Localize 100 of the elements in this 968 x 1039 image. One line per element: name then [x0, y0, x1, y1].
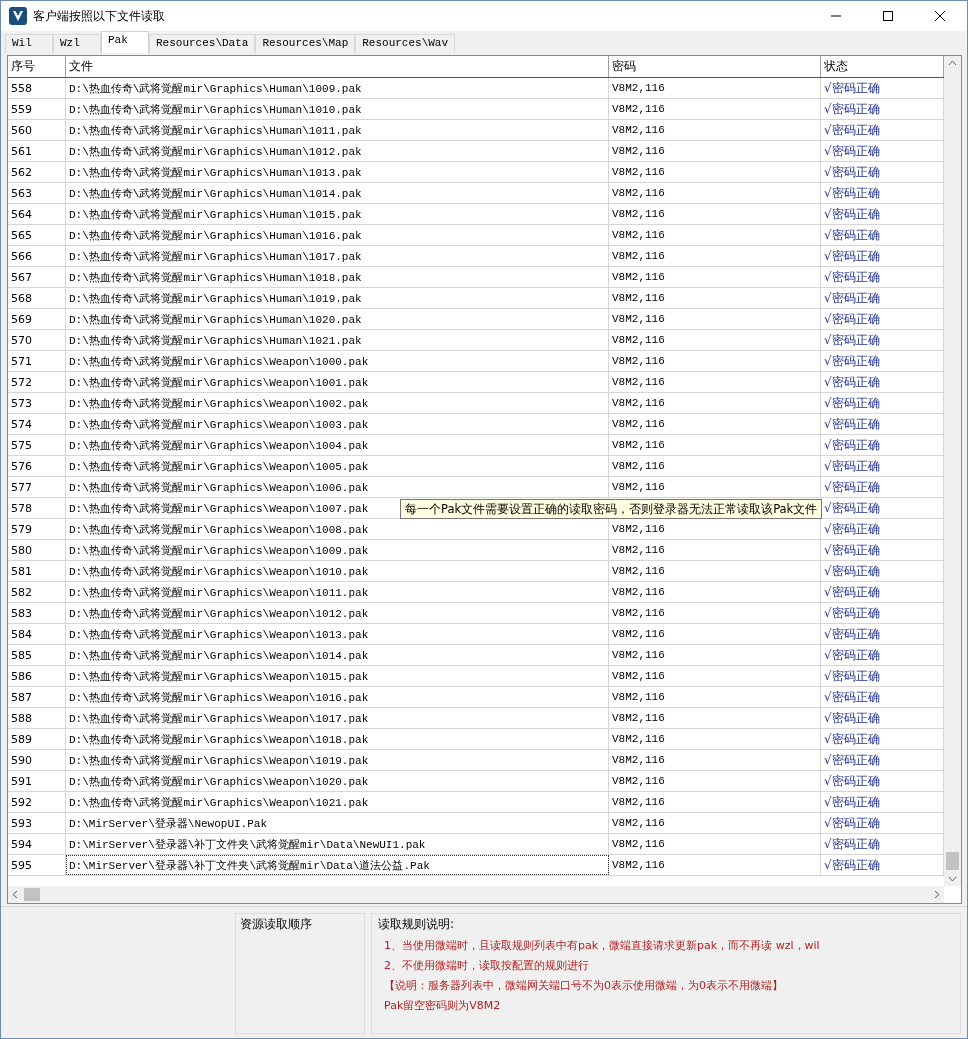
table-cell: V8M2,116: [612, 691, 665, 703]
table-cell: 592: [8, 792, 66, 812]
tab[interactable]: Resources\Map: [255, 34, 356, 53]
column-header[interactable]: 密码: [609, 56, 821, 77]
table-cell: 594: [8, 834, 66, 854]
table-cell: V8M2,116: [612, 229, 665, 241]
table-cell: V8M2,116: [612, 712, 665, 724]
table-cell: D:\热血传奇\武将觉醒mir\Graphics\Weapon\1000.pak: [66, 351, 609, 371]
table-cell: V8M2,116: [612, 397, 665, 409]
table-cell: 567: [8, 267, 66, 287]
table-cell: D:\热血传奇\武将觉醒mir\Graphics\Weapon\1011.pak: [66, 582, 609, 602]
table-cell: V8M2,116: [612, 208, 665, 220]
table-cell: 593: [8, 813, 66, 833]
tooltip: 每一个Pak文件需要设置正确的读取密码，否则登录器无法正常读取该Pak文件: [400, 499, 823, 519]
rule-text: 1、当使用微端时，且读取规则列表中有pak，微端直接请求更新pak，而不再读 wzl，wil: [383, 938, 821, 953]
table-cell: V8M2,116: [612, 334, 665, 346]
table-cell: 570: [8, 330, 66, 350]
table-cell: D:\热血传奇\武将觉醒mir\Graphics\Weapon\1014.pak: [66, 645, 609, 665]
table-cell: D:\热血传奇\武将觉醒mir\Graphics\Human\1011.pak: [66, 120, 609, 140]
table-cell: 558: [8, 78, 66, 98]
column-header[interactable]: 序号: [8, 56, 66, 77]
table-cell: 563: [8, 183, 66, 203]
table-cell: D:\热血传奇\武将觉醒mir\Graphics\Human\1012.pak: [66, 141, 609, 161]
table-cell: 591: [8, 771, 66, 791]
table-cell: D:\热血传奇\武将觉醒mir\Graphics\Human\1014.pak: [66, 183, 609, 203]
table-cell: V8M2,116: [612, 586, 665, 598]
table-cell: V8M2,116: [612, 649, 665, 661]
table-cell: V8M2,116: [612, 271, 665, 283]
table-cell: 581: [8, 561, 66, 581]
table-cell: D:\热血传奇\武将觉醒mir\Graphics\Weapon\1018.pak: [66, 729, 609, 749]
table-cell: V8M2,116: [612, 565, 665, 577]
maximize-icon[interactable]: [882, 10, 894, 22]
table-cell: D:\热血传奇\武将觉醒mir\Graphics\Weapon\1005.pak: [66, 456, 609, 476]
table-cell: V8M2,116: [612, 859, 665, 871]
table-cell: V8M2,116: [612, 82, 665, 94]
table-cell: V8M2,116: [612, 187, 665, 199]
table-cell: 565: [8, 225, 66, 245]
table-cell: 572: [8, 372, 66, 392]
table-cell: D:\热血传奇\武将觉醒mir\Graphics\Weapon\1004.pak: [66, 435, 609, 455]
table-cell: V8M2,116: [612, 460, 665, 472]
vertical-scrollbar[interactable]: [944, 56, 961, 886]
rule-text: Pak留空密码则为V8M2: [383, 998, 502, 1013]
panel-title: 资源读取顺序: [240, 916, 313, 933]
tab[interactable]: Resources\Wav: [355, 34, 456, 53]
table-cell: V8M2,116: [612, 754, 665, 766]
tab[interactable]: Wzl: [53, 34, 101, 53]
tab[interactable]: Resources\Data: [149, 34, 256, 53]
table-cell: V8M2,116: [612, 523, 665, 535]
table-cell: V8M2,116: [612, 313, 665, 325]
window-title: 客户端按照以下文件读取: [33, 7, 165, 25]
table-cell: V8M2,116: [612, 481, 665, 493]
table-cell: 571: [8, 351, 66, 371]
table-cell: 574: [8, 414, 66, 434]
table-cell: 595: [8, 855, 66, 875]
table-cell: V8M2,116: [612, 544, 665, 556]
table-cell: V8M2,116: [612, 166, 665, 178]
table-cell: D:\热血传奇\武将觉醒mir\Graphics\Weapon\1013.pak: [66, 624, 609, 644]
table-cell: 580: [8, 540, 66, 560]
table-cell: 583: [8, 603, 66, 623]
app-logo-icon: [9, 7, 27, 25]
table-cell: 559: [8, 99, 66, 119]
table-cell: D:\热血传奇\武将觉醒mir\Graphics\Weapon\1015.pak: [66, 666, 609, 686]
table-cell: 586: [8, 666, 66, 686]
tab[interactable]: Wil: [5, 34, 53, 53]
table-cell: D:\MirServer\登录器\补丁文件夹\武将觉醒mir\Data\NewUI1.pak: [66, 834, 609, 854]
close-icon[interactable]: [934, 10, 946, 22]
table-cell: D:\热血传奇\武将觉醒mir\Graphics\Human\1020.pak: [66, 309, 609, 329]
table-cell: V8M2,116: [612, 418, 665, 430]
table-cell: D:\热血传奇\武将觉醒mir\Graphics\Weapon\1021.pak: [66, 792, 609, 812]
horizontal-scrollbar[interactable]: [8, 886, 944, 903]
table-cell: 566: [8, 246, 66, 266]
tab[interactable]: Pak: [101, 31, 149, 53]
table-cell: D:\热血传奇\武将觉醒mir\Graphics\Weapon\1001.pak: [66, 372, 609, 392]
scroll-thumb[interactable]: [946, 852, 959, 870]
table-cell: V8M2,116: [612, 670, 665, 682]
table-cell: D:\热血传奇\武将觉醒mir\Graphics\Human\1019.pak: [66, 288, 609, 308]
table-cell: 582: [8, 582, 66, 602]
table-cell: D:\MirServer\登录器\NewopUI.Pak: [66, 813, 609, 833]
table-cell: 569: [8, 309, 66, 329]
table-cell: V8M2,116: [612, 796, 665, 808]
table-cell: 588: [8, 708, 66, 728]
table-cell: V8M2,116: [612, 775, 665, 787]
table-cell: D:\热血传奇\武将觉醒mir\Graphics\Human\1015.pak: [66, 204, 609, 224]
panel-title: 读取规则说明:: [378, 916, 456, 933]
table-cell: D:\热血传奇\武将觉醒mir\Graphics\Human\1017.pak: [66, 246, 609, 266]
table-cell: 590: [8, 750, 66, 770]
table-cell: V8M2,116: [612, 292, 665, 304]
table-cell: D:\热血传奇\武将觉醒mir\Graphics\Weapon\1010.pak: [66, 561, 609, 581]
table-cell: D:\热血传奇\武将觉醒mir\Graphics\Human\1010.pak: [66, 99, 609, 119]
scroll-thumb[interactable]: [24, 888, 40, 901]
table-cell: D:\热血传奇\武将觉醒mir\Graphics\Human\1016.pak: [66, 225, 609, 245]
table-cell: 564: [8, 204, 66, 224]
table-cell: D:\热血传奇\武将觉醒mir\Graphics\Human\1021.pak: [66, 330, 609, 350]
table-cell: D:\热血传奇\武将觉醒mir\Graphics\Weapon\1016.pak: [66, 687, 609, 707]
table-cell: D:\热血传奇\武将觉醒mir\Graphics\Weapon\1009.pak: [66, 540, 609, 560]
table-cell: 587: [8, 687, 66, 707]
table-cell: V8M2,116: [612, 733, 665, 745]
table-cell: 578: [8, 498, 66, 518]
column-header[interactable]: 文件: [66, 56, 609, 77]
table-cell: D:\热血传奇\武将觉醒mir\Graphics\Human\1009.pak: [66, 78, 609, 98]
